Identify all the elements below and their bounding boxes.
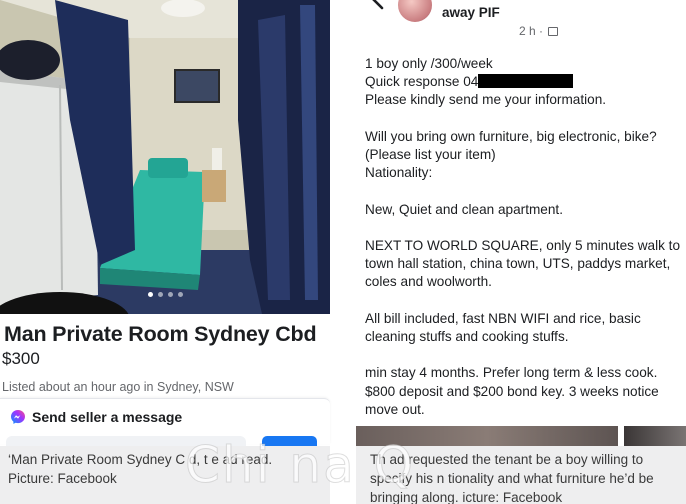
room-photo-illustration <box>0 0 330 314</box>
post-body: 1 boy only /300/week Quick response 04 Ple… <box>365 55 685 419</box>
caption-line: bringing along. icture: Facebook <box>370 490 563 504</box>
post-line: cleaning stuffs and cooking stuffs. <box>365 328 569 344</box>
caption-line: Th ad requested the tenant be a boy will… <box>370 452 644 467</box>
wall-picture <box>174 69 220 103</box>
listing-title: Man Private Room Sydney Cbd <box>4 322 317 346</box>
left-image-caption: ‘Man Private Room Sydney C d, t e ad rea… <box>0 446 330 504</box>
post-photo[interactable] <box>624 426 686 446</box>
post-line: Please kindly send me your information. <box>365 92 607 108</box>
post-line: move out. <box>365 401 425 417</box>
send-seller-message-label[interactable]: Send seller a message <box>32 409 182 425</box>
carousel-dot[interactable] <box>147 292 153 297</box>
back-arrow-icon[interactable] <box>368 0 388 10</box>
post-line: All bill included, fast NBN WIFI and ric… <box>365 310 641 326</box>
right-image-caption: Th ad requested the tenant be a boy will… <box>356 446 686 504</box>
post-timestamp: 2 h · <box>519 24 559 38</box>
post-line: $800 deposit and $200 bond key. 3 weeks … <box>365 383 659 399</box>
redacted-phone-number <box>478 74 574 89</box>
caption-line: ‘Man Private Room Sydney C d, t e ad rea… <box>8 452 273 467</box>
post-line: coles and woolworth. <box>365 274 492 290</box>
marketplace-listing-panel: Man Private Room Sydney Cbd $300 Listed … <box>0 0 330 504</box>
listing-photo[interactable] <box>0 0 330 314</box>
listing-price: $300 <box>2 349 40 368</box>
group-visibility-icon <box>548 27 559 36</box>
post-line: Quick response 04 <box>365 73 685 91</box>
caption-line: specify his n tionality and what furnitu… <box>370 471 654 486</box>
post-line: town hall station, china town, UTS, padd… <box>365 256 671 272</box>
post-line: min stay 4 months. Prefer long term & le… <box>365 365 658 381</box>
poster-name[interactable]: away PIF <box>442 5 500 20</box>
carousel-dot[interactable] <box>177 292 183 297</box>
listing-meta: Listed about an hour ago in Sydney, NSW <box>2 380 234 394</box>
post-time-text: 2 h · <box>519 24 544 38</box>
messenger-icon <box>11 410 25 424</box>
photo-carousel-dots[interactable] <box>0 292 330 297</box>
news-article-image-pair: Man Private Room Sydney Cbd $300 Listed … <box>0 0 686 504</box>
post-photo[interactable] <box>356 426 618 446</box>
carousel-dot[interactable] <box>157 292 163 297</box>
post-line: NEXT TO WORLD SQUARE, only 5 minutes wal… <box>365 237 681 253</box>
post-line: (Please list your item) <box>365 147 496 162</box>
pillow <box>148 158 188 178</box>
post-line: Will you bring own furniture, big electr… <box>365 128 657 144</box>
nightstand <box>202 170 226 202</box>
facebook-post-panel: away PIF 2 h · 1 boy only /300/week Quick… <box>356 0 686 504</box>
post-line: 1 boy only /300/week <box>365 56 493 71</box>
poster-avatar[interactable] <box>396 0 434 24</box>
post-line: New, Quiet and clean apartment. <box>365 201 563 217</box>
post-line: Nationality: <box>365 165 433 181</box>
carousel-dot[interactable] <box>167 292 173 297</box>
post-photos <box>356 426 686 446</box>
caption-line: Picture: Facebook <box>8 471 117 486</box>
